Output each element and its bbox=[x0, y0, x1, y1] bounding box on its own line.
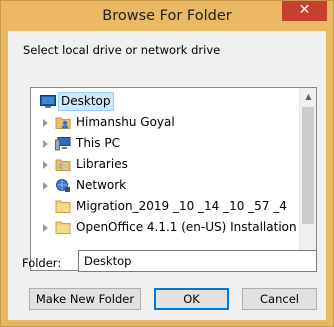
user-folder-icon bbox=[55, 117, 71, 129]
tree-item-label: Libraries bbox=[76, 157, 128, 171]
desktop-icon bbox=[40, 95, 56, 108]
computer-icon bbox=[55, 137, 71, 151]
expand-arrow-icon[interactable] bbox=[43, 140, 48, 148]
tree-item-himanshu-goyal[interactable]: Himanshu Goyal bbox=[31, 112, 299, 133]
tree-item-label: Migration_2019 _10 _14 _10 _57 _4 bbox=[76, 199, 287, 213]
expand-arrow-icon[interactable] bbox=[43, 182, 48, 190]
tree-item-desktop[interactable]: Desktop bbox=[31, 91, 299, 112]
tree-item-this-pc[interactable]: This PC bbox=[31, 133, 299, 154]
folder-input[interactable] bbox=[78, 250, 317, 272]
libraries-icon bbox=[55, 159, 71, 171]
tree-item-label: Network bbox=[76, 178, 127, 192]
make-new-folder-button[interactable]: Make New Folder bbox=[29, 288, 141, 310]
tree-item-migration-folder[interactable]: Migration_2019 _10 _14 _10 _57 _4 bbox=[31, 196, 299, 217]
dialog-body: Select local drive or network drive Desk… bbox=[8, 31, 326, 320]
tree-item-openoffice-folder[interactable]: OpenOffice 4.1.1 (en-US) Installation Fi… bbox=[31, 217, 316, 238]
network-icon bbox=[56, 179, 70, 192]
ok-button[interactable]: OK bbox=[154, 288, 229, 310]
tree-item-libraries[interactable]: Libraries bbox=[31, 154, 299, 175]
title-bar[interactable]: Browse For Folder ✕ bbox=[1, 1, 333, 31]
tree-item-label: Desktop bbox=[58, 92, 114, 111]
close-button[interactable]: ✕ bbox=[282, 1, 327, 21]
instruction-text: Select local drive or network drive bbox=[23, 43, 221, 57]
chevron-up-icon: ▲ bbox=[305, 92, 312, 101]
scroll-up-button[interactable]: ▲ bbox=[300, 88, 316, 105]
cancel-button[interactable]: Cancel bbox=[242, 288, 317, 310]
tree-scrollbar[interactable]: ▲ ▼ bbox=[299, 88, 316, 270]
close-icon: ✕ bbox=[298, 2, 311, 18]
folder-label: Folder: bbox=[22, 256, 62, 270]
tree-item-network[interactable]: Network bbox=[31, 175, 299, 196]
folder-icon bbox=[55, 200, 71, 213]
expand-arrow-icon[interactable] bbox=[43, 119, 48, 127]
browse-for-folder-dialog: Browse For Folder ✕ Select local drive o… bbox=[0, 0, 334, 327]
scroll-thumb[interactable] bbox=[302, 107, 314, 224]
folder-icon bbox=[55, 221, 71, 234]
folder-tree[interactable]: Desktop Himanshu Goyal This PC Libraries… bbox=[30, 87, 317, 271]
tree-item-label: OpenOffice 4.1.1 (en-US) Installation Fi… bbox=[76, 220, 317, 234]
tree-item-label: Himanshu Goyal bbox=[76, 115, 175, 129]
expand-arrow-icon[interactable] bbox=[43, 224, 48, 232]
tree-item-label: This PC bbox=[76, 136, 120, 150]
expand-arrow-icon[interactable] bbox=[43, 161, 48, 169]
